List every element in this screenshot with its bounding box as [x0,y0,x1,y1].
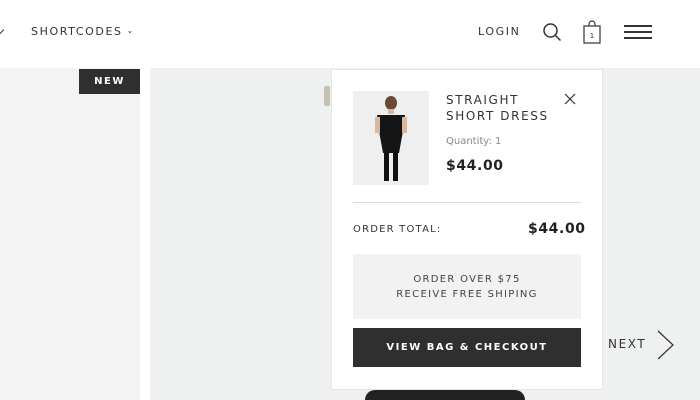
chevron-left-icon[interactable] [0,25,5,35]
nav-item-shortcodes[interactable]: SHORTCODES ⌄ [31,25,135,38]
site-header: SHORTCODES ⌄ LOGIN 1 [0,0,700,68]
cart-quantity: Quantity: 1 [446,136,502,147]
cart-product-name[interactable]: STRAIGHT SHORT DRESS [446,92,566,124]
view-bag-checkout-button[interactable]: VIEW BAG & CHECKOUT [353,328,581,367]
order-total-label: ORDER TOTAL: [353,224,442,235]
product-image-fragment [324,86,330,106]
product-thumbnail[interactable] [353,91,429,185]
new-badge: NEW [79,69,140,94]
login-link[interactable]: LOGIN [478,25,520,38]
cart-item-price: $44.00 [446,158,504,174]
bag-count: 1 [590,32,594,40]
mini-cart-dropdown: STRAIGHT SHORT DRESS Quantity: 1 $44.00 … [331,69,603,390]
divider [353,202,581,203]
hamburger-menu-icon[interactable] [624,24,652,40]
search-icon[interactable] [542,22,562,42]
next-link[interactable]: NEXT [608,337,646,351]
product-card-left[interactable] [0,68,140,400]
close-icon[interactable] [564,93,576,105]
order-total-value: $44.00 [528,221,586,237]
product-image-fragment [365,390,525,400]
chevron-down-icon: ⌄ [126,26,135,35]
promo-line: ORDER OVER $75 [413,273,521,285]
nav-item-label: SHORTCODES [31,25,123,38]
shopping-bag-icon[interactable]: 1 [583,20,601,44]
dress-model-image [353,91,429,185]
free-shipping-notice: ORDER OVER $75 RECEIVE FREE SHIPING [353,254,581,319]
chevron-right-icon[interactable] [652,330,676,360]
promo-line: RECEIVE FREE SHIPING [396,288,538,300]
